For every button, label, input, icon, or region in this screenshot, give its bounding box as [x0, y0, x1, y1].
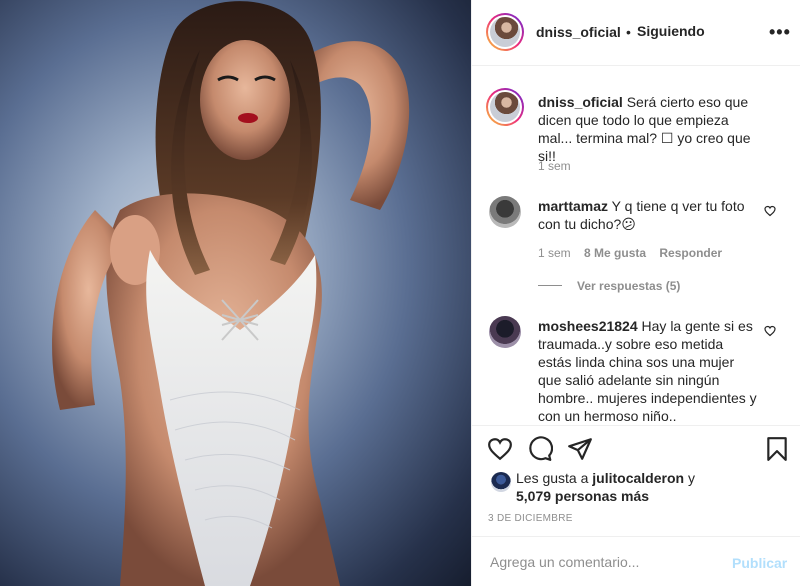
caption-time[interactable]: 1 sem — [538, 159, 571, 173]
comment-icon[interactable] — [527, 436, 553, 462]
add-comment-bar: Publicar — [472, 536, 800, 586]
post-date[interactable]: 3 DE DICIEMBRE — [488, 513, 573, 524]
likes-summary: Les gusta a julitocalderon y 5,079 perso… — [516, 469, 786, 505]
separator-dot: • — [626, 24, 631, 40]
post-sidebar: dniss_oficial • Siguiendo ••• dniss_ofic… — [471, 0, 800, 586]
post-header: dniss_oficial • Siguiendo ••• — [472, 0, 800, 66]
liker-avatar[interactable] — [491, 472, 511, 492]
comment-like-heart-icon[interactable] — [764, 325, 776, 337]
comment-input[interactable] — [488, 553, 712, 571]
likes-prefix: Les gusta a — [516, 470, 589, 486]
caption-avatar[interactable] — [486, 88, 524, 126]
comment-time[interactable]: 1 sem — [538, 246, 571, 260]
caption-meta: 1 sem — [538, 159, 581, 173]
comments-list[interactable]: dniss_oficial Será cierto eso que dicen … — [472, 66, 800, 425]
comment-likes[interactable]: 8 Me gusta — [584, 246, 646, 260]
profile-avatar[interactable] — [486, 13, 524, 51]
reply-button[interactable]: Responder — [659, 246, 722, 260]
header-username[interactable]: dniss_oficial — [536, 24, 621, 40]
bookmark-icon[interactable] — [764, 436, 790, 462]
commenter-avatar[interactable] — [489, 316, 521, 348]
post-photo-illustration — [52, 1, 410, 586]
comment-text-block: marttamaz Y q tiene q ver tu foto con tu… — [538, 197, 758, 233]
comment-username[interactable]: marttamaz — [538, 198, 608, 214]
likes-connector: y — [687, 470, 695, 486]
caption-username[interactable]: dniss_oficial — [538, 94, 623, 110]
likes-others[interactable]: 5,079 personas más — [516, 488, 649, 504]
post-actions — [472, 425, 800, 461]
comment-username[interactable]: moshees21824 — [538, 318, 638, 334]
replies-divider — [538, 285, 562, 286]
comment-text-block: moshees21824 Hay la gente si es traumada… — [538, 317, 758, 425]
caption-text-block: dniss_oficial Será cierto eso que dicen … — [538, 93, 758, 165]
comment-like-heart-icon[interactable] — [764, 205, 776, 217]
commenter-avatar[interactable] — [489, 196, 521, 228]
likes-user[interactable]: julitocalderon — [592, 470, 684, 486]
post-photo[interactable] — [0, 0, 471, 586]
following-button[interactable]: Siguiendo — [637, 23, 705, 39]
comment-meta: 1 sem 8 Me gusta Responder — [538, 246, 732, 260]
view-replies-button[interactable]: Ver respuestas (5) — [577, 279, 680, 293]
more-options-icon[interactable]: ••• — [769, 22, 791, 43]
publish-button[interactable]: Publicar — [732, 555, 787, 571]
heart-icon[interactable] — [487, 436, 513, 462]
share-icon[interactable] — [567, 436, 593, 462]
